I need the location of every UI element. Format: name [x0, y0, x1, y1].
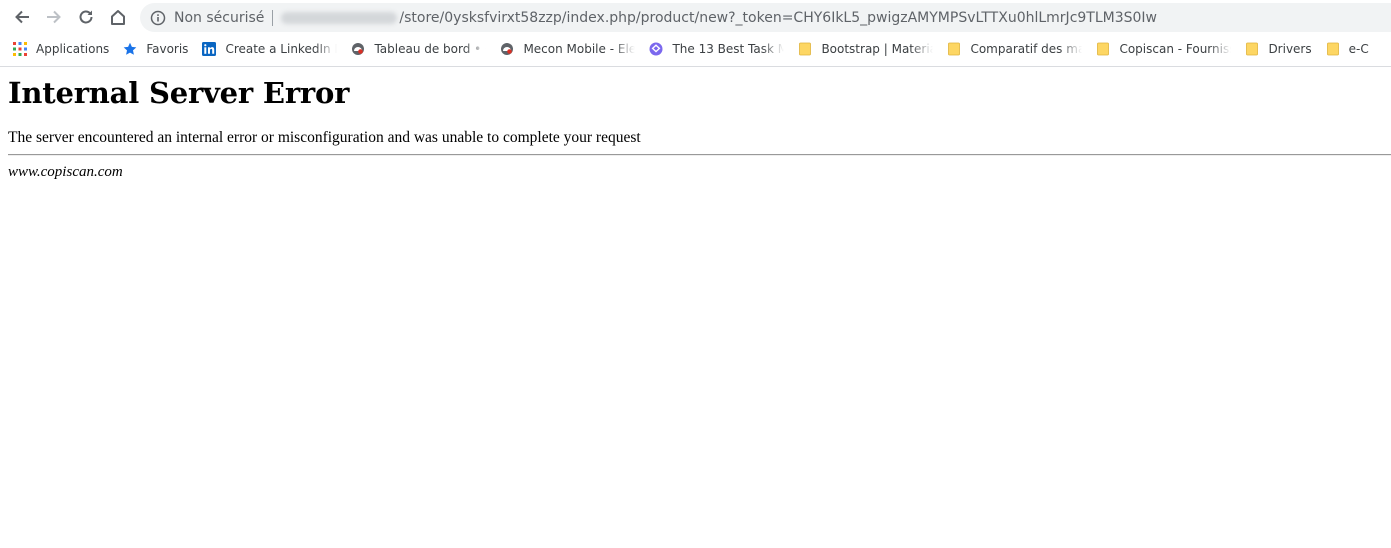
- reload-icon: [79, 10, 93, 24]
- blurred-hostname: [281, 11, 398, 24]
- url-path[interactable]: /store/0ysksfvirxt58zzp/index.php/produc…: [399, 10, 1157, 26]
- bookmark-label: Comparatif des marq: [970, 42, 1083, 56]
- bookmarks-bar: Applications Favoris Create a LinkedIn P…: [0, 36, 1391, 62]
- back-button[interactable]: [6, 1, 38, 33]
- folder-icon: [948, 42, 961, 56]
- bookmark-label: Tableau de bord • Co: [374, 42, 486, 56]
- arrow-left-icon: [15, 10, 29, 24]
- bookmark-label: Copiscan - Fournisseu: [1119, 42, 1231, 56]
- bookmark-tableau-de-bord[interactable]: Tableau de bord • Co: [351, 38, 486, 60]
- bookmark-label: Bootstrap | Material D: [821, 42, 934, 56]
- bookmark-folder-comparatif[interactable]: Comparatif des marq: [947, 38, 1082, 60]
- bookmark-applications[interactable]: Applications: [13, 38, 109, 60]
- forward-button[interactable]: [38, 1, 70, 33]
- server-address: www.copiscan.com: [8, 164, 123, 180]
- folder-icon: [799, 42, 812, 56]
- site-favicon-icon: [649, 42, 663, 56]
- folder-icon: [1326, 42, 1339, 56]
- site-favicon-icon: [501, 43, 514, 55]
- folder-icon: [1246, 42, 1259, 56]
- bookmark-label: Create a LinkedIn Pag: [225, 42, 337, 56]
- address-bar[interactable]: Non sécurisé /store/0ysksfvirxt58zzp/ind…: [140, 3, 1391, 32]
- reload-button[interactable]: [70, 1, 102, 33]
- bookmark-folder-copiscan[interactable]: Copiscan - Fournisseu: [1096, 38, 1231, 60]
- home-icon: [111, 10, 125, 25]
- bookmark-task-manager[interactable]: The 13 Best Task Mar: [649, 38, 784, 60]
- arrow-right-icon: [47, 10, 61, 24]
- site-favicon-icon: [352, 43, 365, 55]
- bookmark-folder-e-c[interactable]: e-C: [1326, 38, 1369, 60]
- bookmark-folder-bootstrap[interactable]: Bootstrap | Material D: [798, 38, 933, 60]
- error-heading: Internal Server Error: [8, 76, 350, 110]
- home-button[interactable]: [102, 1, 134, 33]
- bookmark-label: The 13 Best Task Mar: [672, 42, 785, 56]
- bookmark-label: e-C: [1348, 42, 1369, 56]
- browser-toolbar: Non sécurisé /store/0ysksfvirxt58zzp/ind…: [0, 0, 1391, 35]
- folder-icon: [1097, 42, 1110, 56]
- security-label[interactable]: Non sécurisé: [174, 10, 264, 26]
- page-content: Internal Server Error The server encount…: [8, 67, 1391, 181]
- star-icon: [124, 42, 137, 55]
- bookmark-label: Mecon Mobile - Elect: [523, 42, 636, 56]
- divider: [8, 154, 1391, 155]
- apps-grid-icon: [13, 42, 27, 56]
- linkedin-icon: [202, 42, 217, 56]
- bookmark-label: Applications: [36, 42, 110, 56]
- bookmark-label: Drivers: [1268, 42, 1312, 56]
- bookmark-mecon-mobile[interactable]: Mecon Mobile - Elect: [500, 38, 635, 60]
- bookmark-favoris[interactable]: Favoris: [123, 38, 188, 60]
- error-message: The server encountered an internal error…: [8, 129, 641, 146]
- bookmark-label: Favoris: [146, 42, 189, 56]
- bookmark-folder-drivers[interactable]: Drivers: [1245, 38, 1312, 60]
- bookmark-linkedin[interactable]: Create a LinkedIn Pag: [202, 38, 337, 60]
- info-icon[interactable]: [150, 10, 166, 26]
- omnibox-separator: [272, 9, 274, 26]
